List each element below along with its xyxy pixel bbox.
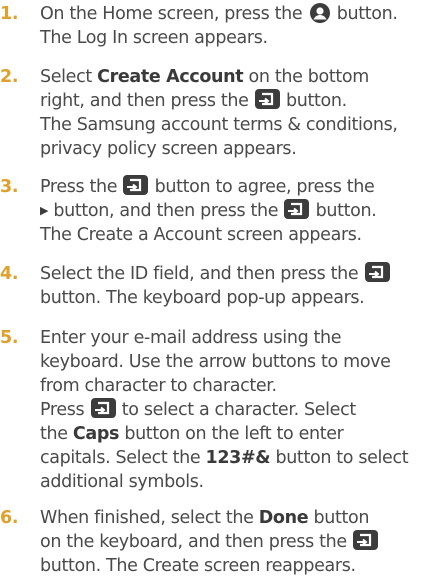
- step-text-part: keyboard. Use the arrow buttons to move: [40, 352, 391, 372]
- step-number: 6.: [0, 508, 19, 528]
- enter-icon: [364, 262, 390, 282]
- step-text: Press the button to agree, press the ▶ b…: [40, 175, 445, 247]
- step-text-part: The Create a Account screen appears.: [40, 225, 362, 245]
- step-number: 4.: [0, 264, 19, 284]
- enter-icon: [123, 175, 149, 195]
- step-number: 2.: [0, 67, 19, 87]
- done-label: Done: [258, 508, 309, 528]
- step-text-part: button: [313, 508, 370, 528]
- step-text-part: button.: [286, 91, 347, 111]
- enter-icon: [352, 530, 378, 550]
- create-account-label: Create Account: [97, 67, 244, 87]
- step-text-part: Press: [40, 400, 85, 420]
- step-text-part: button on the left to enter: [124, 424, 344, 444]
- step-text-part: Enter your e-mail address using the: [40, 328, 342, 348]
- right-arrow-icon: ▶: [40, 204, 49, 217]
- step-text-part: The Samsung account terms & conditions,: [40, 115, 398, 135]
- step-number: 1.: [0, 4, 19, 24]
- instruction-page: 1. On the Home screen, press the button.…: [0, 0, 447, 580]
- step-text-part: button to agree, press the: [154, 177, 375, 197]
- step-text-part: button, and then press the: [53, 201, 279, 221]
- step-number: 3.: [0, 177, 19, 197]
- step-number: 5.: [0, 328, 19, 348]
- enter-icon: [254, 89, 280, 109]
- step-text-part: on the bottom: [248, 67, 370, 87]
- step-text: Select Create Account on the bottom righ…: [40, 65, 445, 161]
- step-text-part: button to select: [275, 448, 409, 468]
- step-text-part: capitals. Select the: [40, 448, 201, 468]
- symbols-label: 123#&: [205, 448, 271, 468]
- step-text-part: the: [40, 424, 68, 444]
- step-text-part: button. The keyboard pop-up appears.: [40, 288, 365, 308]
- step-text-part: button. The Create screen reappears.: [40, 556, 356, 576]
- step-text-part: The Log In screen appears.: [40, 28, 268, 48]
- step-text-part: from character to character.: [40, 376, 277, 396]
- step-text-part: Select the ID field, and then press the: [40, 264, 359, 284]
- step-text: When finished, select the Done button on…: [40, 506, 445, 578]
- caps-label: Caps: [72, 424, 120, 444]
- step-text-part: to select a character. Select: [121, 400, 356, 420]
- step-text-part: right, and then press the: [40, 91, 249, 111]
- step-text-part: When finished, select the: [40, 508, 254, 528]
- enter-icon: [90, 398, 116, 418]
- enter-icon: [284, 199, 310, 219]
- step-text: Select the ID field, and then press the …: [40, 262, 445, 310]
- account-icon: [309, 2, 331, 23]
- step-text-part: on the keyboard, and then press the: [40, 532, 347, 552]
- step-text-part: button.: [315, 201, 377, 221]
- step-text-part: privacy policy screen appears.: [40, 139, 297, 159]
- step-text-part: additional symbols.: [40, 472, 204, 492]
- step-text-part: Select: [40, 67, 92, 87]
- step-text-part: On the Home screen, press the: [40, 4, 303, 24]
- step-text-part: button.: [336, 4, 398, 24]
- step-text: On the Home screen, press the button. Th…: [40, 2, 445, 50]
- step-text-part: Press the: [40, 177, 118, 197]
- step-text: Enter your e-mail address using the keyb…: [40, 326, 445, 494]
